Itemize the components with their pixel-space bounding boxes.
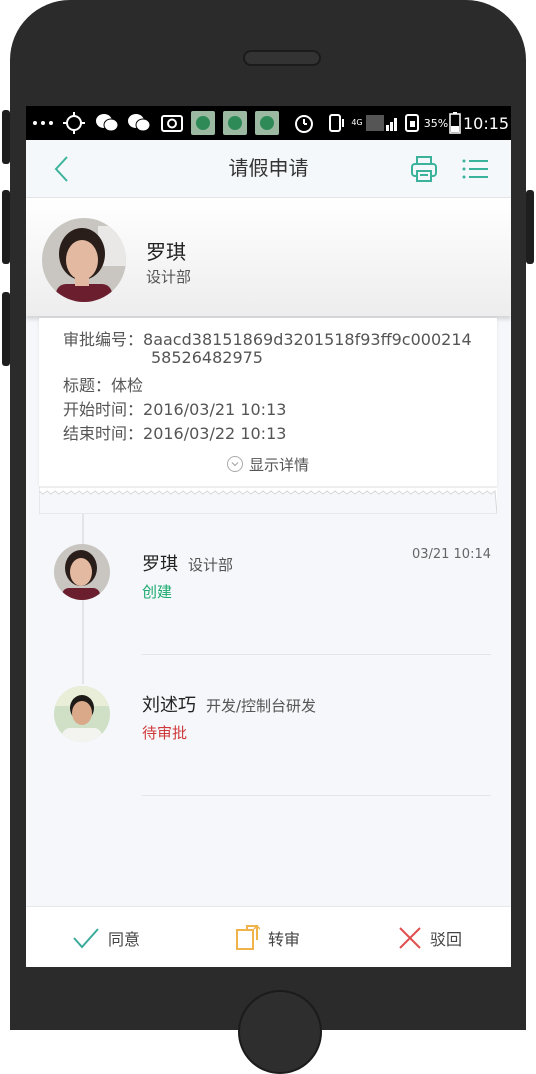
reject-label: 驳回: [430, 929, 463, 949]
title-value: 体检: [111, 376, 144, 395]
battery-percent: 35%: [423, 116, 449, 130]
divider: [142, 654, 491, 655]
step-status: 创建: [142, 583, 173, 601]
end-time-row: 结束时间：2016/03/22 10:13: [63, 420, 286, 444]
volume-down-button: [2, 292, 10, 366]
mute-switch: [2, 110, 10, 164]
timeline-step-2: 刘述巧 开发/控制台研发: [142, 691, 316, 717]
transfer-button[interactable]: 转审: [236, 907, 300, 967]
transfer-label: 转审: [268, 929, 301, 949]
status-bar: 4G 35% 10:15: [26, 106, 511, 140]
action-bar: 同意 转审 驳回: [26, 906, 511, 967]
power-button: [526, 190, 534, 264]
screenshot-icon: [160, 106, 184, 140]
wechat-icon: [126, 106, 152, 140]
screen: 4G 35% 10:15 请假申请 罗琪 设计部 审批编号：8aacd38151…: [26, 106, 511, 967]
end-time-value: 2016/03/22 10:13: [143, 424, 287, 443]
approval-no-row: 审批编号：8aacd38151869d3201518f93ff9c000214: [63, 326, 472, 350]
battery-icon: [448, 106, 462, 140]
start-time-label: 开始时间：: [63, 400, 144, 419]
nav-bar: 请假申请: [26, 140, 511, 198]
gps-icon: [62, 106, 86, 140]
signal-icon: [366, 106, 400, 140]
app-notification-icon: [191, 111, 215, 135]
volume-up-button: [2, 190, 10, 264]
approval-no-value: 8aacd38151869d3201518f93ff9c000214: [143, 330, 472, 349]
list-menu-icon[interactable]: [460, 154, 490, 184]
step-status: 待审批: [142, 724, 188, 742]
agree-label: 同意: [108, 929, 141, 949]
avatar: [42, 218, 126, 302]
applicant-name: 罗琪: [146, 240, 186, 264]
chevron-down-icon: [226, 456, 243, 472]
show-detail-label: 显示详情: [248, 456, 309, 474]
applicant-profile: 罗琪 设计部: [26, 198, 511, 316]
reject-button[interactable]: 驳回: [398, 907, 462, 967]
end-time-label: 结束时间：: [63, 424, 144, 443]
step-time: 03/21 10:14: [411, 547, 491, 562]
app-notification-icon: [223, 111, 247, 135]
app-notification-icon: [255, 111, 279, 135]
title-row: 标题：体检: [63, 372, 143, 396]
step-dept: 开发/控制台研发: [206, 697, 317, 715]
approval-no-label: 审批编号：: [63, 330, 144, 349]
detail-card: 审批编号：8aacd38151869d3201518f93ff9c000214 …: [39, 318, 497, 486]
start-time-value: 2016/03/21 10:13: [143, 400, 287, 419]
close-icon: [399, 926, 421, 949]
start-time-row: 开始时间：2016/03/21 10:13: [63, 396, 286, 420]
torn-edge: [39, 486, 497, 514]
home-button[interactable]: [238, 990, 322, 1074]
transfer-icon: [236, 924, 260, 950]
check-icon: [73, 927, 99, 949]
step-name: 刘述巧: [142, 695, 196, 716]
approval-no-value-cont: 58526482975: [151, 348, 263, 367]
sim-icon: [402, 106, 422, 140]
title-label: 标题：: [63, 376, 112, 395]
speaker-grille: [243, 50, 321, 66]
divider: [142, 795, 491, 796]
printer-icon[interactable]: [409, 154, 439, 184]
step-dept: 设计部: [188, 556, 234, 574]
avatar: [54, 544, 110, 600]
alarm-icon: [292, 106, 316, 140]
show-detail-toggle[interactable]: 显示详情: [39, 454, 497, 475]
avatar: [54, 686, 110, 742]
more-dots-icon: [30, 106, 56, 140]
wechat-icon: [94, 106, 120, 140]
applicant-dept: 设计部: [146, 268, 192, 286]
network-label: 4G: [351, 118, 363, 127]
agree-button[interactable]: 同意: [72, 907, 140, 967]
vibrate-icon: [326, 106, 348, 140]
step-name: 罗琪: [142, 554, 178, 575]
status-time: 10:15: [462, 113, 510, 133]
network-type: 4G: [350, 106, 364, 140]
timeline-step-1: 罗琪 设计部: [142, 550, 233, 576]
